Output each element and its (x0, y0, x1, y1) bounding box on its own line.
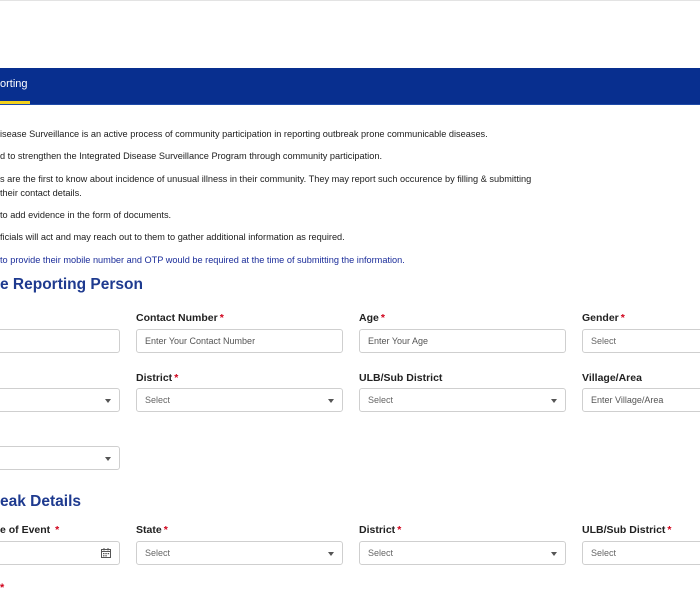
village-label: Village/Area (582, 372, 642, 384)
calendar-icon[interactable] (101, 548, 111, 558)
outbreak-section-title: eak Details (0, 493, 81, 510)
gender-select-value: Select (591, 336, 617, 346)
info-line: isease Surveillance is an active process… (0, 129, 488, 139)
ulb-select[interactable]: Select (359, 388, 566, 412)
outbreak-ulb-label: ULB/Sub District * (582, 524, 672, 536)
ulb-select-value: Select (368, 395, 394, 405)
contact-number-input[interactable] (145, 336, 334, 346)
district-label: District * (136, 372, 179, 384)
chevron-down-icon (328, 399, 334, 403)
info-line: to provide their mobile number and OTP w… (0, 255, 405, 265)
name-field[interactable] (0, 329, 120, 353)
state-select[interactable] (0, 388, 120, 412)
date-of-event-label: e of Event * (0, 524, 60, 536)
reporting-section-title: e Reporting Person (0, 276, 143, 293)
chevron-down-icon (105, 399, 111, 403)
chevron-down-icon (328, 552, 334, 556)
chevron-down-icon (105, 457, 111, 461)
outbreak-district-value: Select (368, 548, 394, 558)
contact-number-label: Contact Number * (136, 312, 224, 324)
outbreak-district-label: District * (359, 524, 402, 536)
chevron-down-icon (551, 552, 557, 556)
chevron-down-icon (551, 399, 557, 403)
top-header-bar (0, 0, 700, 68)
contact-number-field[interactable] (136, 329, 343, 353)
village-input[interactable] (591, 395, 700, 405)
age-label: Age * (359, 312, 385, 324)
main-navbar: orting (0, 68, 700, 105)
state-label: State * (136, 524, 168, 536)
age-field[interactable] (359, 329, 566, 353)
info-line: s are the first to know about incidence … (0, 174, 532, 184)
gender-select[interactable]: Select (582, 329, 700, 353)
gender-label: Gender * (582, 312, 625, 324)
tab-reporting[interactable]: orting (0, 78, 28, 90)
outbreak-state-select[interactable]: Select (136, 541, 343, 565)
info-line: to add evidence in the form of documents… (0, 210, 172, 220)
navbar-divider (0, 104, 700, 105)
info-line: their contact details. (0, 188, 82, 198)
required-mark: * (0, 582, 5, 594)
outbreak-ulb-select[interactable]: Select (582, 541, 700, 565)
outbreak-ulb-value: Select (591, 548, 617, 558)
extra-select[interactable] (0, 446, 120, 470)
outbreak-district-select[interactable]: Select (359, 541, 566, 565)
info-line: d to strengthen the Integrated Disease S… (0, 151, 382, 161)
outbreak-state-value: Select (145, 548, 171, 558)
info-line: ficials will act and may reach out to th… (0, 232, 345, 242)
ulb-label: ULB/Sub District (359, 372, 443, 384)
date-of-event-field[interactable] (0, 541, 120, 565)
district-select[interactable]: Select (136, 388, 343, 412)
district-select-value: Select (145, 395, 171, 405)
age-input[interactable] (368, 336, 557, 346)
village-field[interactable] (582, 388, 700, 412)
